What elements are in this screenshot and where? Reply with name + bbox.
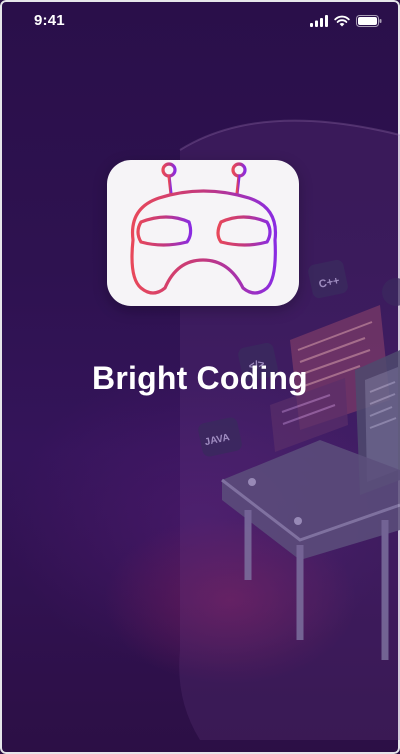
wifi-icon [334,15,350,27]
robot-gamepad-logo-icon [130,162,278,295]
status-time: 9:41 [34,12,65,29]
badge-round [382,278,400,306]
splash-screen: C++ </> JAVA 9:41 Bright Coding [0,0,400,754]
app-logo [107,160,299,306]
status-bar: 9:41 [0,0,400,44]
battery-icon [356,15,382,27]
badge-java: JAVA [198,417,242,457]
desk [221,440,400,660]
signal-icon [310,15,328,27]
status-icons [310,15,382,27]
svg-text:C++: C++ [318,275,341,291]
app-title: Bright Coding [92,360,308,396]
badge-cpp: C++ [308,259,348,299]
svg-text:JAVA: JAVA [204,432,231,448]
